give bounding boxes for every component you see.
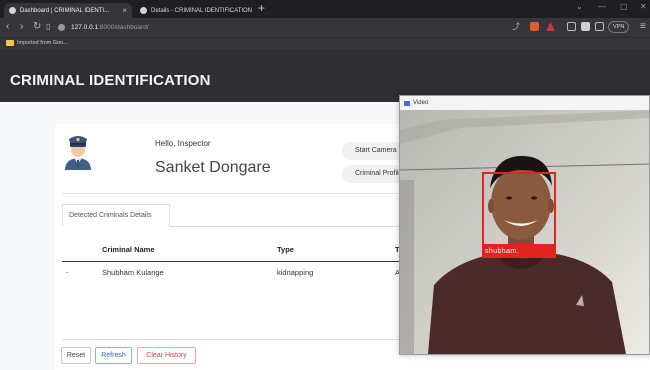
wallet-icon[interactable] — [595, 22, 604, 31]
browser-tab-dashboard[interactable]: Dashboard | CRIMINAL IDENTI... × — [4, 3, 132, 18]
menu-icon[interactable]: ≡ — [640, 21, 646, 33]
tab-title: Details - CRIMINAL IDENTIFICATION — [151, 7, 253, 14]
address-bar[interactable]: 127.0.0.1 :8000/dashboard/ — [58, 21, 488, 34]
folder-icon — [6, 40, 14, 46]
url-path: :8000/dashboard/ — [98, 24, 149, 31]
table-bottom-rule — [62, 339, 400, 340]
incognito-icon — [9, 7, 16, 14]
new-tab-icon[interactable]: + — [258, 1, 265, 15]
bookmarks-bar: Imported from Goo... — [0, 37, 650, 50]
sidebar-icon[interactable] — [581, 22, 590, 31]
reload-icon[interactable]: ↻ — [33, 21, 41, 33]
video-window-icon — [404, 100, 410, 106]
bookmark-label: Imported from Goo... — [17, 40, 68, 46]
minimize-icon[interactable]: — — [598, 2, 606, 11]
site-info-icon[interactable] — [58, 24, 65, 31]
inspector-name: Sanket Dongare — [155, 159, 271, 176]
url-host: 127.0.0.1 — [71, 24, 99, 31]
table-header-rule — [62, 261, 400, 262]
incognito-icon — [140, 7, 147, 14]
rewards-icon[interactable] — [546, 22, 555, 31]
face-detection-box — [482, 172, 556, 246]
browser-tab-bar: Dashboard | CRIMINAL IDENTI... × Details… — [0, 0, 650, 18]
reset-button[interactable]: Reset — [61, 347, 91, 364]
refresh-button[interactable]: Refresh — [95, 347, 132, 364]
tab-title: Dashboard | CRIMINAL IDENTI... — [20, 7, 110, 14]
clear-history-button[interactable]: Clear History — [137, 347, 196, 364]
share-icon[interactable]: ⤴ — [512, 21, 520, 33]
criminal-type-cell: kidnapping — [277, 268, 314, 277]
chevron-down-icon[interactable]: ⌄ — [576, 2, 583, 11]
browser-toolbar: ‹ › ↻ ▯ 127.0.0.1 :8000/dashboard/ ⤴ VPN… — [0, 18, 650, 37]
forward-icon[interactable]: › — [20, 21, 23, 33]
close-window-icon[interactable]: ✕ — [640, 2, 647, 11]
brave-shield-icon[interactable] — [530, 22, 539, 31]
inspector-avatar — [65, 136, 91, 170]
maximize-icon[interactable]: ▢ — [620, 2, 628, 11]
bookmark-folder[interactable]: Imported from Goo... — [6, 40, 68, 46]
video-titlebar[interactable]: Video — [400, 96, 649, 110]
tab-detected-criminals[interactable]: Detected Criminals Details — [62, 204, 170, 227]
row-bullet: - — [66, 268, 69, 277]
extensions-icon[interactable] — [567, 22, 576, 31]
back-icon[interactable]: ‹ — [6, 21, 9, 33]
video-window-title: Video — [413, 100, 429, 106]
app-title: CRIMINAL IDENTIFICATION — [10, 72, 211, 89]
close-icon[interactable]: × — [122, 6, 127, 15]
browser-tab-details[interactable]: Details - CRIMINAL IDENTIFICATION — [135, 3, 253, 18]
camera-feed: shubham. — [400, 110, 649, 354]
column-header-type: Type — [277, 245, 294, 254]
column-header-name: Criminal Name — [102, 245, 155, 254]
video-window[interactable]: Video shubham. — [399, 95, 650, 355]
criminal-name-cell: Shubham Kulange — [102, 268, 164, 277]
bookmark-icon[interactable]: ▯ — [46, 21, 50, 33]
greeting: Hello, Inspector — [155, 139, 211, 148]
divider — [62, 193, 400, 194]
face-detection-label: shubham. — [482, 246, 556, 258]
vpn-button[interactable]: VPN — [608, 21, 630, 33]
